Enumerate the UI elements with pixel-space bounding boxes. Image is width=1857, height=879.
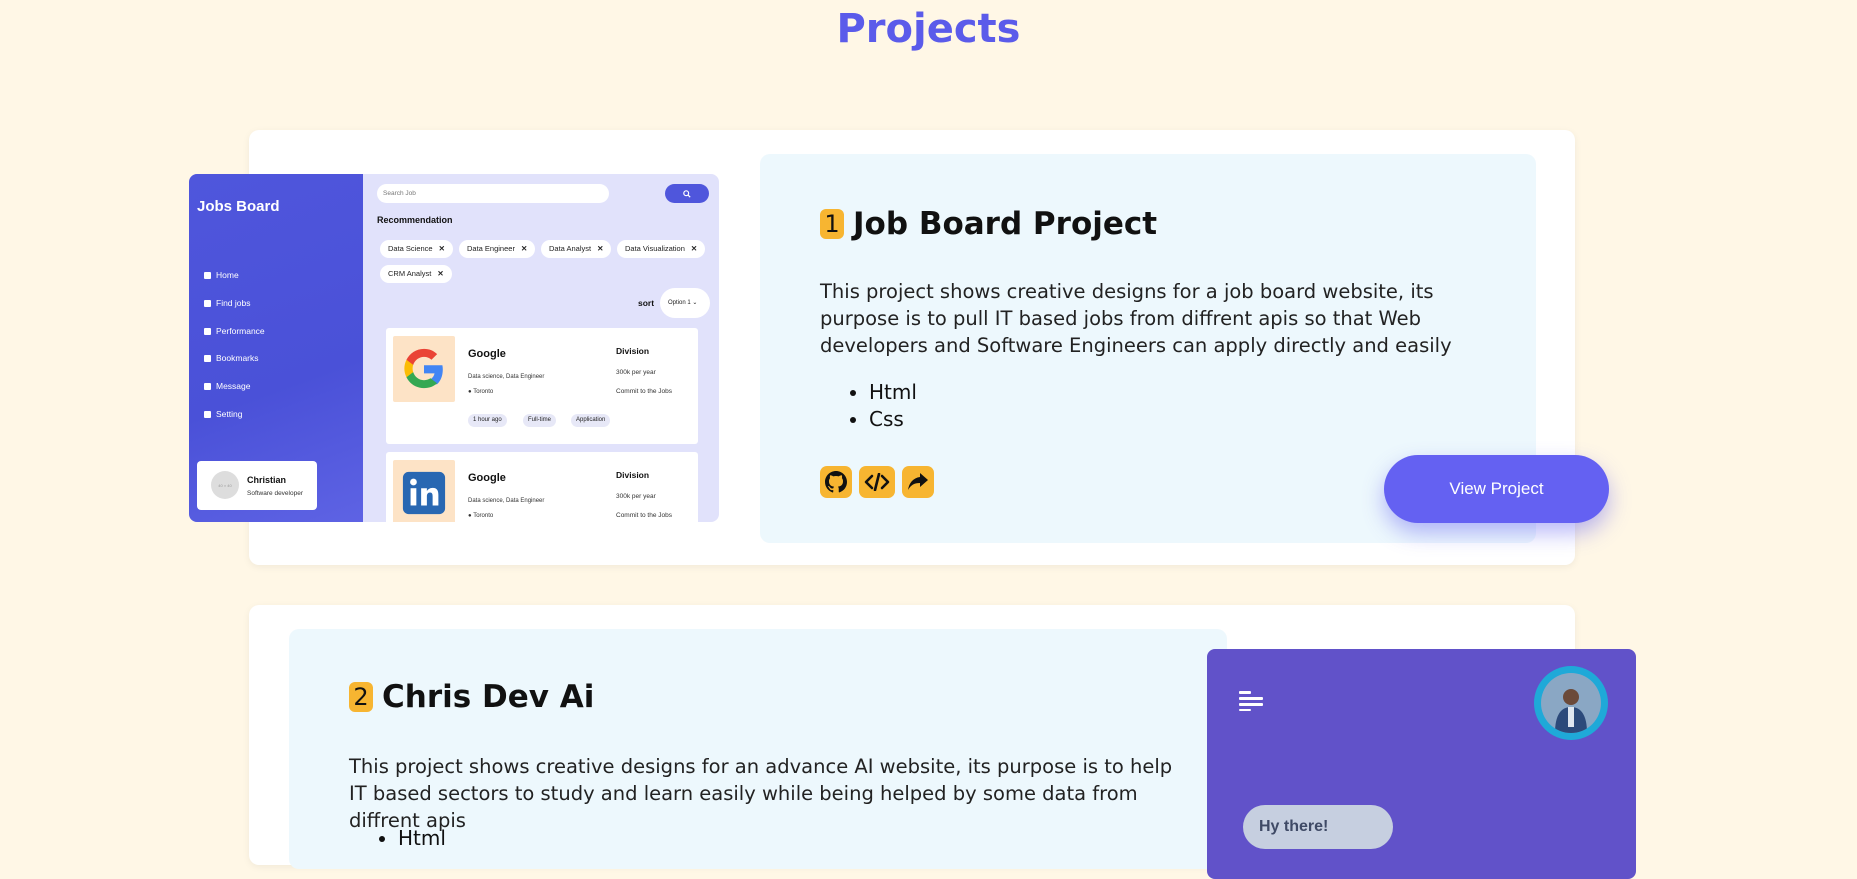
preview-job-role: Data science, Data Engineer: [468, 498, 545, 504]
preview-nav-setting: Setting: [204, 409, 242, 419]
tech-list: Html Css: [843, 379, 917, 433]
share-icon: [908, 473, 928, 490]
gear-icon: [204, 410, 211, 418]
code-icon: [864, 473, 890, 491]
preview-nav-bookmarks: Bookmarks: [204, 353, 259, 363]
chris-dev-ai-preview: Hy there!: [1207, 649, 1636, 879]
preview-user-card: 40 × 40 Christian Software developer: [197, 461, 317, 510]
tech-list: Html: [372, 825, 446, 852]
preview-job-location: ● Toronto: [468, 513, 494, 519]
preview-job-tag: Application: [571, 414, 611, 427]
preview-nav-home: Home: [204, 270, 239, 280]
tech-item: Html: [869, 379, 917, 406]
preview-nav-performance: Performance: [204, 326, 265, 336]
preview-user-role: Software developer: [247, 490, 304, 497]
preview-job-division: Division: [616, 346, 650, 356]
preview-logo: Jobs Board: [197, 198, 280, 215]
project-title: Chris Dev Ai: [382, 679, 595, 715]
project-description: This project shows creative designs for …: [820, 280, 1452, 357]
preview-job-location: ● Toronto: [468, 389, 494, 395]
close-icon: ✕: [597, 244, 604, 253]
project-links: [820, 466, 934, 498]
preview-job-commit: Commit to the Jobs: [616, 388, 672, 395]
search-icon: [683, 189, 691, 198]
tech-item: Html: [398, 825, 446, 852]
github-link[interactable]: [820, 466, 852, 498]
project-heading: 1 Job Board Project: [820, 206, 1157, 242]
preview-user-name: Christian: [247, 475, 287, 485]
preview-job-tag: 1 hour ago: [468, 414, 507, 427]
message-icon: [204, 382, 211, 390]
preview-sort-select: Option 1 ⌄: [660, 288, 710, 318]
home-icon: [204, 271, 211, 279]
preview-job-commit: Commit to the Jobs: [616, 512, 672, 519]
avatar: [1534, 666, 1608, 740]
code-link[interactable]: [859, 466, 895, 498]
chart-icon: [204, 327, 211, 335]
linkedin-logo-icon: [393, 460, 455, 522]
preview-chip: Data Visualization ✕: [617, 240, 706, 258]
preview-job-salary: 300k per year: [616, 369, 656, 376]
project-description: This project shows creative designs for …: [349, 755, 1173, 832]
preview-job-salary: 300k per year: [616, 493, 656, 500]
tech-item: Css: [869, 406, 917, 433]
preview-job-company: Google: [468, 348, 506, 360]
preview-chip: Data Engineer ✕: [459, 240, 536, 258]
share-link[interactable]: [902, 466, 934, 498]
menu-icon: [1239, 691, 1263, 711]
close-icon: ✕: [520, 244, 528, 253]
project-number-badge: 1: [820, 209, 844, 239]
avatar: 40 × 40: [211, 471, 239, 499]
bookmark-icon: [204, 354, 211, 362]
project-info-2: 2 Chris Dev Ai This project shows creati…: [289, 629, 1227, 869]
preview-chip: CRM Analyst ✕: [380, 265, 452, 283]
preview-nav-find-jobs: Find jobs: [204, 298, 251, 308]
preview-sidebar: Jobs Board Home Find jobs Performance Bo…: [189, 174, 363, 522]
preview-job-role: Data science, Data Engineer: [468, 374, 545, 380]
preview-job-tag: Full-time: [523, 414, 557, 427]
preview-search-button: [665, 184, 709, 203]
view-project-button[interactable]: View Project: [1384, 455, 1609, 523]
preview-recommendation-label: Recommendation: [377, 215, 453, 225]
preview-job-company: Google: [468, 472, 506, 484]
github-icon: [825, 471, 847, 493]
file-icon: [204, 299, 211, 307]
page-title: Projects: [836, 6, 1021, 52]
project-title: Job Board Project: [853, 206, 1158, 242]
close-icon: ✕: [437, 269, 444, 278]
preview-nav-message: Message: [204, 381, 251, 391]
job-board-preview: Jobs Board Home Find jobs Performance Bo…: [189, 174, 719, 522]
preview-search-input: Search Job: [377, 184, 609, 203]
preview-chip: Data Science ✕: [380, 240, 453, 258]
chat-bubble: Hy there!: [1243, 805, 1393, 849]
close-icon: ✕: [438, 244, 445, 253]
project-heading: 2 Chris Dev Ai: [349, 679, 594, 715]
preview-job-division: Division: [616, 470, 650, 480]
close-icon: ✕: [690, 244, 698, 253]
preview-sort-label: sort: [638, 298, 655, 308]
project-number-badge: 2: [349, 682, 373, 712]
preview-chip: Data Analyst ✕: [541, 240, 612, 258]
google-logo-icon: [393, 336, 455, 402]
preview-job-card: Google Data science, Data Engineer ● Tor…: [386, 328, 698, 444]
preview-job-card: Google Data science, Data Engineer ● Tor…: [386, 452, 698, 522]
user-photo-icon: [1555, 689, 1587, 733]
